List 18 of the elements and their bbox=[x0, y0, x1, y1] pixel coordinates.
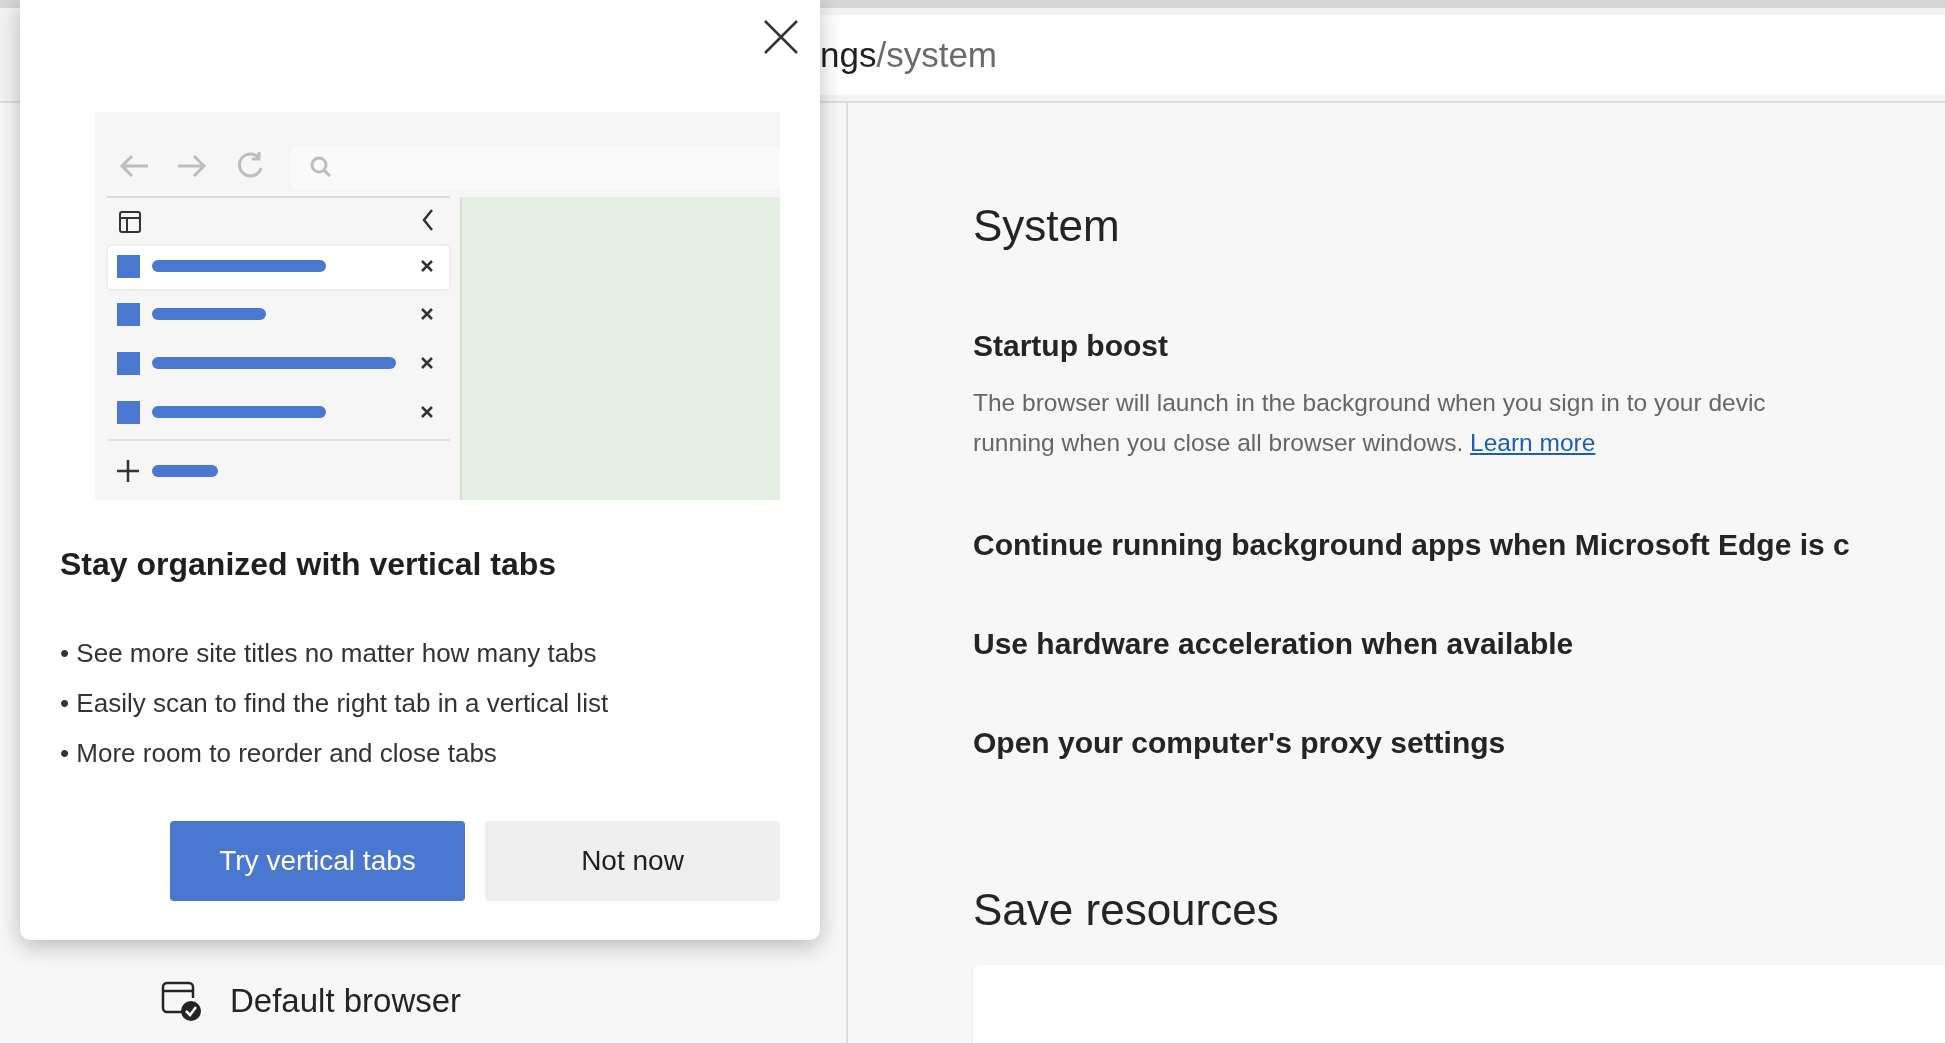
browser-check-icon bbox=[160, 980, 202, 1022]
setting-title: Continue running background apps when Microsoft Edge is c bbox=[973, 528, 1851, 562]
learn-more-link[interactable]: Learn more bbox=[1470, 429, 1596, 456]
close-icon[interactable] bbox=[762, 18, 800, 56]
bullet-text: • More room to reorder and close tabs bbox=[60, 737, 498, 770]
setting-description: running when you close all browser windows. Learn more bbox=[973, 428, 1597, 458]
setting-description: The browser will launch in the background when you sign in to your devic bbox=[973, 388, 1767, 418]
setting-title: Startup boost bbox=[973, 329, 1169, 363]
popup-title: Stay organized with vertical tabs bbox=[60, 546, 557, 583]
bullet-text: • Easily scan to find the right tab in a vertical list bbox=[60, 687, 609, 720]
try-button[interactable]: Try vertical tabs bbox=[170, 821, 465, 901]
sidebar-item[interactable]: Default browser bbox=[230, 982, 462, 1020]
section-heading: Save resources bbox=[973, 885, 1280, 935]
bullet-text: • See more site titles no matter how many tabs bbox=[60, 637, 598, 670]
setting-title: Open your computer's proxy settings bbox=[973, 726, 1507, 760]
page-heading: System bbox=[973, 201, 1121, 251]
setting-title: Use hardware acceleration when available bbox=[973, 627, 1575, 661]
dismiss-button[interactable]: Not now bbox=[485, 821, 780, 901]
